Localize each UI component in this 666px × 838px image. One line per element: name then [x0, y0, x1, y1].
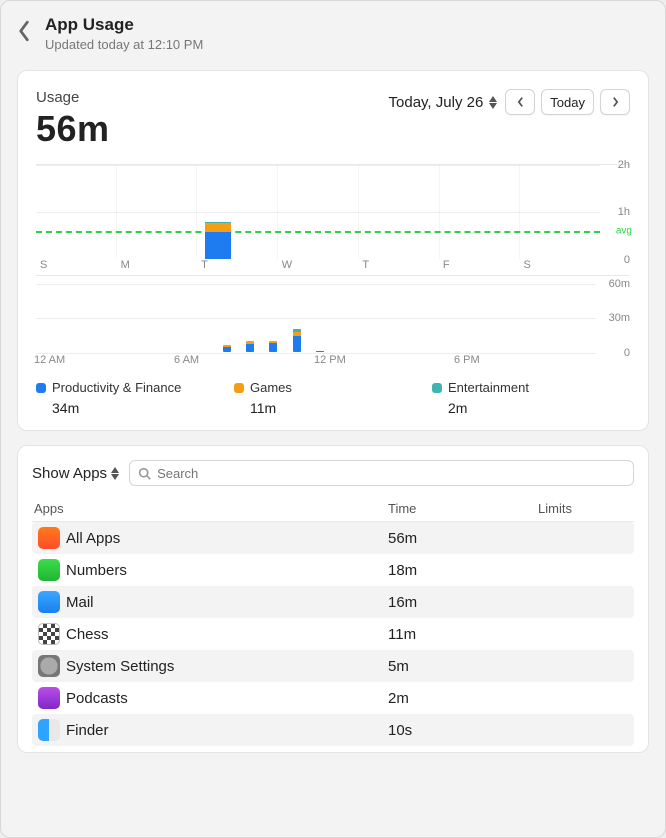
app-name: Podcasts [66, 690, 388, 707]
prev-day-button[interactable] [505, 89, 535, 115]
col-time: Time [388, 501, 538, 516]
table-row[interactable]: Mail16m [32, 586, 634, 618]
table-row[interactable]: Chess11m [32, 618, 634, 650]
app-name: All Apps [66, 530, 388, 547]
swatch-games [234, 383, 244, 393]
app-icon [38, 527, 60, 549]
date-picker[interactable]: Today, July 26 [389, 94, 498, 111]
hourly-usage-chart: 60m 30m 0 12 AM6 AM12 PM6 PM [36, 284, 630, 370]
table-row[interactable]: Podcasts2m [32, 682, 634, 714]
entertainment-time: 2m [448, 400, 630, 416]
app-name: Mail [66, 594, 388, 611]
updated-label: Updated today at 12:10 PM [45, 37, 203, 52]
stepper-icon [489, 96, 497, 109]
col-limits: Limits [538, 501, 634, 516]
table-row[interactable]: All Apps56m [32, 522, 634, 554]
search-icon [138, 467, 151, 480]
usage-card: Usage 56m Today, July 26 Today [17, 70, 649, 431]
page-title: App Usage [45, 15, 203, 35]
games-time: 11m [250, 400, 432, 416]
app-time: 5m [388, 658, 538, 675]
app-time: 56m [388, 530, 538, 547]
back-button[interactable] [17, 20, 31, 47]
legend: Productivity & Finance 34m Games 11m Ent… [36, 380, 630, 416]
table-row[interactable]: System Settings5m [32, 650, 634, 682]
app-time: 2m [388, 690, 538, 707]
table-row[interactable]: Finder10s [32, 714, 634, 746]
date-label: Today, July 26 [389, 94, 484, 111]
usage-total: 56m [36, 108, 110, 150]
usage-label: Usage [36, 89, 110, 106]
app-icon [38, 591, 60, 613]
next-day-button[interactable] [600, 89, 630, 115]
apps-card: Show Apps Apps Time Limits All Apps56mNu… [17, 445, 649, 753]
avg-label: avg [616, 226, 632, 237]
app-icon [38, 655, 60, 677]
weekly-usage-chart: 2h 1h 0 avg SMTWTFS [36, 164, 630, 276]
app-time: 11m [388, 626, 538, 643]
show-apps-dropdown[interactable]: Show Apps [32, 465, 119, 482]
table-header: Apps Time Limits [32, 496, 634, 522]
col-apps: Apps [32, 501, 388, 516]
swatch-productivity [36, 383, 46, 393]
stepper-icon [111, 467, 119, 480]
app-time: 10s [388, 722, 538, 739]
today-button[interactable]: Today [541, 89, 594, 115]
app-icon [38, 559, 60, 581]
app-name: Chess [66, 626, 388, 643]
app-usage-window: App Usage Updated today at 12:10 PM Usag… [0, 0, 666, 838]
app-icon [38, 719, 60, 741]
app-icon [38, 687, 60, 709]
search-field[interactable] [129, 460, 634, 486]
header: App Usage Updated today at 12:10 PM [17, 15, 649, 52]
swatch-entertainment [432, 383, 442, 393]
app-name: System Settings [66, 658, 388, 675]
table-row[interactable]: Numbers18m [32, 554, 634, 586]
app-time: 16m [388, 594, 538, 611]
app-name: Numbers [66, 562, 388, 579]
app-name: Finder [66, 722, 388, 739]
app-time: 18m [388, 562, 538, 579]
productivity-time: 34m [52, 400, 234, 416]
app-icon [38, 623, 60, 645]
apps-table-body: All Apps56mNumbers18mMail16mChess11mSyst… [32, 522, 634, 746]
search-input[interactable] [157, 466, 625, 481]
